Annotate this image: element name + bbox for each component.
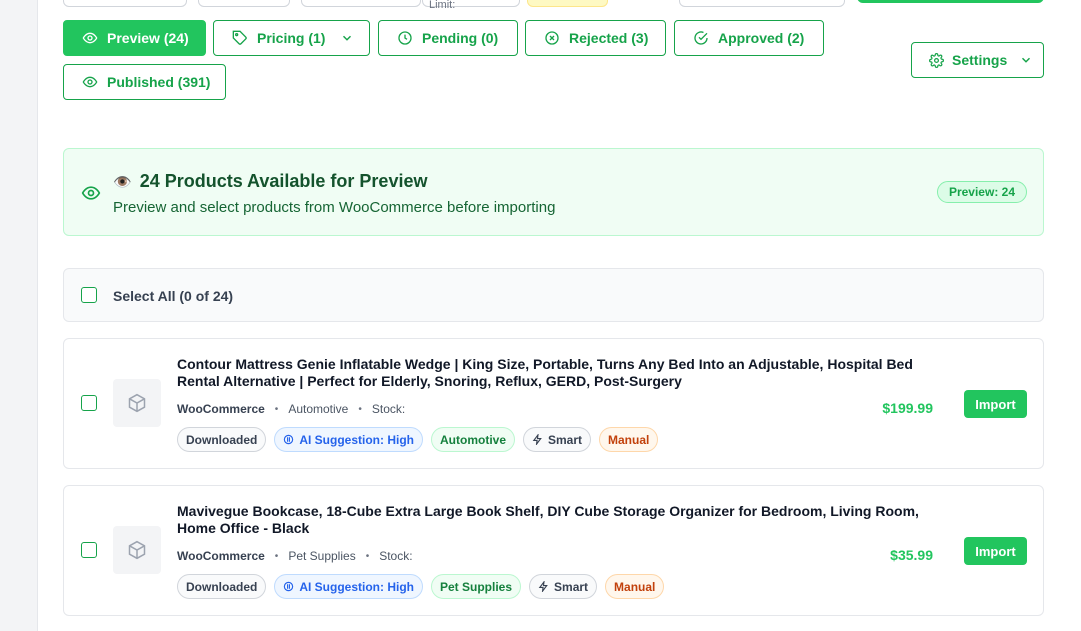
tag-icon [232, 30, 247, 45]
eye-icon [82, 76, 98, 88]
smart-label: Smart [554, 579, 589, 594]
product-thumbnail [113, 526, 161, 574]
banner-title-row: 👁️ 24 Products Available for Preview [113, 171, 427, 192]
product-stock: Stock: [371, 402, 406, 416]
limit-field[interactable]: Limit: [422, 0, 520, 11]
manual-tag: Manual [599, 427, 659, 452]
product-category: Automotive [288, 402, 349, 416]
product-tags: Downloaded AI Suggestion: High Automotiv… [177, 427, 659, 452]
product-source: WooCommerce [177, 402, 265, 416]
product-card: Contour Mattress Genie Inflatable Wedge … [63, 338, 1044, 469]
top-badge [527, 0, 608, 7]
top-control[interactable] [301, 0, 421, 7]
eye-icon [81, 186, 101, 200]
select-all-label: Select All (0 of 24) [113, 288, 234, 304]
downloaded-tag: Downloaded [177, 427, 267, 452]
tab-label: Preview (24) [107, 30, 189, 46]
product-source: WooCommerce [177, 549, 265, 563]
tab-published[interactable]: Published (391) [63, 64, 226, 100]
product-title: Contour Mattress Genie Inflatable Wedge … [177, 356, 913, 389]
top-control[interactable] [198, 0, 290, 7]
banner-emoji: 👁️ [113, 173, 132, 191]
product-tags: Downloaded AI Suggestion: High Pet Suppl… [177, 574, 665, 599]
top-control[interactable] [679, 0, 845, 7]
lightning-icon [532, 434, 542, 445]
tab-label: Published (391) [107, 74, 211, 90]
preview-banner: 👁️ 24 Products Available for Preview Pre… [63, 148, 1044, 236]
settings-button[interactable]: Settings [911, 42, 1044, 78]
select-all-bar: Select All (0 of 24) [63, 268, 1044, 322]
tab-label: Pricing (1) [257, 30, 326, 46]
check-circle-icon [694, 31, 708, 45]
separator-dot: • [365, 550, 370, 562]
ai-suggestion-label: AI Suggestion: High [299, 579, 414, 594]
eye-icon [82, 32, 98, 44]
tab-rejected[interactable]: Rejected (3) [525, 20, 666, 56]
product-price: $35.99 [890, 547, 933, 563]
product-checkbox[interactable] [81, 395, 97, 411]
product-card: Mavivegue Bookcase, 18-Cube Extra Large … [63, 485, 1044, 616]
main-panel: Limit: Preview (24) Pricing (1) Pending … [38, 0, 1081, 631]
smart-label: Smart [548, 432, 583, 447]
separator-dot: • [274, 403, 279, 415]
settings-label: Settings [952, 52, 1008, 68]
clock-icon [398, 31, 412, 45]
tab-pricing[interactable]: Pricing (1) [213, 20, 370, 56]
manual-tag: Manual [605, 574, 665, 599]
product-title: Mavivegue Bookcase, 18-Cube Extra Large … [177, 503, 919, 536]
product-stock: Stock: [379, 549, 413, 563]
chevron-down-icon [343, 35, 352, 41]
ai-suggestion-tag: AI Suggestion: High [274, 574, 423, 599]
tab-label: Pending (0) [422, 30, 499, 46]
import-button[interactable]: Import [964, 537, 1027, 565]
product-meta: WooCommerce • Pet Supplies • Stock: [177, 549, 413, 563]
gear-icon [929, 52, 944, 68]
tab-pending[interactable]: Pending (0) [378, 20, 518, 56]
separator-dot: • [358, 403, 362, 415]
downloaded-tag: Downloaded [177, 574, 267, 599]
product-thumbnail [113, 379, 161, 427]
ai-suggestion-tag: AI Suggestion: High [274, 427, 423, 452]
tab-preview[interactable]: Preview (24) [63, 20, 206, 56]
ai-suggestion-label: AI Suggestion: High [299, 432, 414, 447]
smart-tag: Smart [529, 574, 598, 599]
category-tag: Automotive [431, 427, 515, 452]
product-meta: WooCommerce • Automotive • Stock: [177, 402, 405, 416]
x-circle-icon [545, 31, 559, 45]
product-checkbox[interactable] [81, 542, 97, 558]
smart-tag: Smart [523, 427, 592, 452]
top-control[interactable] [63, 0, 187, 7]
top-action-button[interactable] [857, 0, 1044, 3]
tab-label: Rejected (3) [569, 30, 649, 46]
preview-count-badge: Preview: 24 [936, 181, 1027, 203]
separator-dot: • [274, 550, 279, 562]
banner-title: 24 Products Available for Preview [139, 171, 428, 191]
chevron-down-icon [1022, 57, 1031, 63]
tab-approved[interactable]: Approved (2) [674, 20, 824, 56]
lightning-icon [538, 581, 548, 592]
import-button[interactable]: Import [964, 390, 1027, 418]
package-icon [128, 540, 146, 560]
left-rail [0, 0, 38, 631]
category-tag: Pet Supplies [431, 574, 522, 599]
select-all-checkbox[interactable] [81, 287, 97, 303]
product-category: Pet Supplies [288, 549, 356, 563]
banner-subtitle: Preview and select products from WooComm… [113, 199, 556, 216]
ai-chip-icon [284, 581, 294, 592]
ai-chip-icon [284, 434, 294, 445]
package-icon [128, 393, 146, 413]
product-price: $199.99 [882, 400, 933, 416]
tab-label: Approved (2) [718, 30, 805, 46]
limit-label: Limit: [429, 0, 456, 11]
